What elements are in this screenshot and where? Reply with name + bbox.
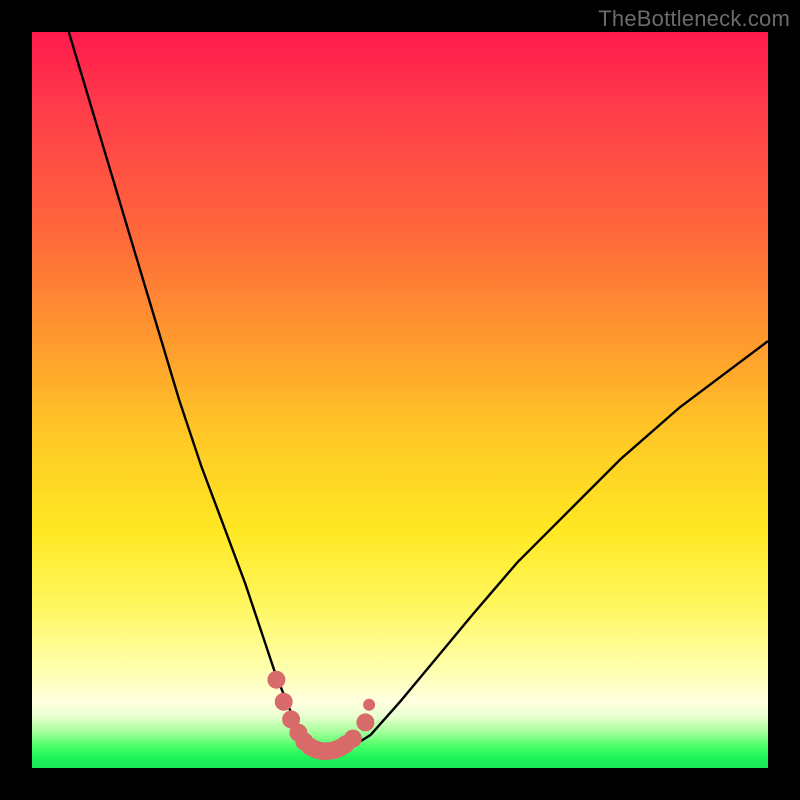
highlight-marker-group — [267, 671, 375, 760]
highlight-dot-outlier — [363, 699, 375, 711]
highlight-dot — [344, 730, 362, 748]
highlight-dot — [356, 713, 374, 731]
watermark-text: TheBottleneck.com — [598, 6, 790, 32]
chart-frame: TheBottleneck.com — [0, 0, 800, 800]
plot-area — [32, 32, 768, 768]
bottleneck-curve — [69, 32, 768, 752]
chart-svg — [32, 32, 768, 768]
highlight-dot — [267, 671, 285, 689]
highlight-dot — [275, 693, 293, 711]
